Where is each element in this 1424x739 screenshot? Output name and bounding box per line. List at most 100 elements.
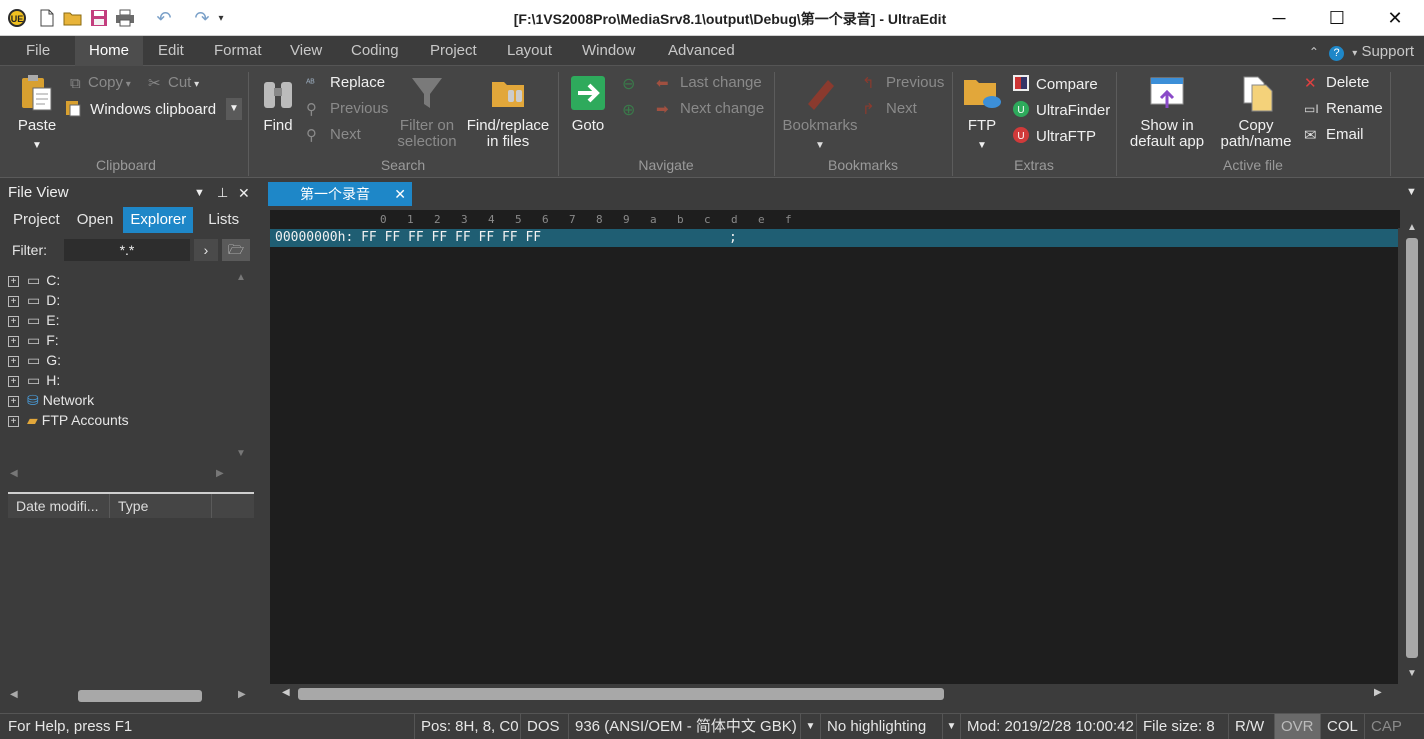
tab-lists[interactable]: Lists <box>201 207 247 233</box>
tab-home[interactable]: Home <box>75 36 144 66</box>
goto-button[interactable]: Goto <box>568 74 608 134</box>
scroll-left-icon[interactable]: ◀ <box>282 687 290 698</box>
tree-item-drive-g[interactable]: + ▭ G: <box>8 350 61 370</box>
copy-dropdown-icon[interactable]: ▾ <box>123 79 131 90</box>
scrollbar-thumb[interactable] <box>78 690 202 702</box>
bookmarks-button[interactable]: Bookmarks ▼ <box>780 74 860 154</box>
next-change-button[interactable]: ➡ Next change <box>656 100 764 118</box>
tree-item-ftp-accounts[interactable]: + ▰ FTP Accounts <box>8 410 129 430</box>
tab-open[interactable]: Open <box>69 207 121 233</box>
hex-line[interactable]: 00000000h: FF FF FF FF FF FF FF FF ; <box>270 229 1398 247</box>
find-previous-button[interactable]: ⚲ Previous <box>306 100 388 118</box>
clipboard-selector[interactable]: Windows clipboard <box>64 99 216 121</box>
collapse-ribbon-icon[interactable]: ⌃ <box>1309 45 1319 59</box>
tab-coding[interactable]: Coding <box>337 36 413 66</box>
editor-horizontal-scrollbar[interactable]: ◀ ▶ <box>280 686 1390 702</box>
paste-button[interactable]: Paste ▼ <box>14 74 60 154</box>
ftp-dropdown-icon[interactable]: ▼ <box>960 138 1004 154</box>
details-horizontal-scrollbar[interactable]: ◀ ▶ <box>8 688 254 704</box>
copy-path-name-button[interactable]: Copy path/name <box>1214 74 1298 150</box>
panel-menu-icon[interactable]: ▼ <box>194 180 205 206</box>
tree-item-drive-c[interactable]: + ▭ C: <box>8 270 60 290</box>
scrollbar-thumb[interactable] <box>1406 238 1418 658</box>
tab-layout[interactable]: Layout <box>493 36 566 66</box>
navigate-back-icon[interactable]: ⊖ <box>622 74 635 94</box>
open-folder-icon[interactable] <box>62 6 84 30</box>
print-icon[interactable] <box>114 6 136 30</box>
customize-quick-access-icon[interactable]: ▾ <box>214 6 228 30</box>
editor-vertical-scrollbar[interactable]: ▲ ▼ <box>1404 222 1420 684</box>
tree-scroll-down-icon[interactable]: ▼ <box>236 448 246 459</box>
tab-close-icon[interactable]: ✕ <box>394 182 406 206</box>
status-line-ending[interactable]: DOS <box>520 714 568 739</box>
bookmark-next-button[interactable]: ↱ Next <box>862 100 917 118</box>
status-highlighting[interactable]: No highlighting <box>820 714 942 739</box>
tab-explorer[interactable]: Explorer <box>123 207 194 233</box>
expand-icon[interactable]: + <box>8 395 19 407</box>
scroll-right-icon[interactable]: ▶ <box>1374 687 1382 698</box>
clipboard-dropdown-icon[interactable]: ▼ <box>226 98 242 120</box>
tree-item-drive-e[interactable]: + ▭ E: <box>8 310 59 330</box>
status-read-write[interactable]: R/W <box>1228 714 1274 739</box>
last-change-button[interactable]: ⬅ Last change <box>656 74 762 92</box>
tab-file[interactable]: File <box>12 36 64 66</box>
tab-edit[interactable]: Edit <box>144 36 198 66</box>
scrollbar-thumb[interactable] <box>298 688 944 700</box>
expand-icon[interactable]: + <box>8 375 19 387</box>
scroll-left-icon[interactable]: ◀ <box>10 689 18 700</box>
save-icon[interactable] <box>88 6 110 30</box>
tab-project[interactable]: Project <box>416 36 491 66</box>
encoding-dropdown-icon[interactable]: ▼ <box>800 714 820 739</box>
ultraedit-logo-icon[interactable]: UE <box>6 6 28 30</box>
scroll-up-icon[interactable]: ▲ <box>1407 222 1417 233</box>
find-next-button[interactable]: ⚲ Next <box>306 126 361 144</box>
expand-icon[interactable]: + <box>8 355 19 367</box>
tree-item-drive-d[interactable]: + ▭ D: <box>8 290 60 310</box>
tab-window[interactable]: Window <box>568 36 649 66</box>
filter-on-selection-button[interactable]: Filter on selection <box>394 74 460 150</box>
expand-icon[interactable]: + <box>8 275 19 287</box>
tab-advanced[interactable]: Advanced <box>654 36 749 66</box>
paste-dropdown-icon[interactable]: ▼ <box>14 138 60 154</box>
maximize-button[interactable]: ☐ <box>1308 0 1366 36</box>
hex-editor[interactable]: 00000000h: FF FF FF FF FF FF FF FF ; <box>270 228 1398 684</box>
tree-item-drive-h[interactable]: + ▭ H: <box>8 370 60 390</box>
minimize-button[interactable]: ─ <box>1250 0 1308 36</box>
tree-scroll-left-icon[interactable]: ◀ <box>10 468 18 479</box>
close-button[interactable]: ✕ <box>1366 0 1424 36</box>
find-replace-in-files-button[interactable]: Find/replace in files <box>466 74 550 150</box>
tab-view[interactable]: View <box>276 36 336 66</box>
highlighting-dropdown-icon[interactable]: ▼ <box>942 714 960 739</box>
bookmark-previous-button[interactable]: ↰ Previous <box>862 74 944 92</box>
delete-button[interactable]: ✕ Delete <box>1304 74 1369 92</box>
tab-format[interactable]: Format <box>200 36 276 66</box>
tree-scroll-up-icon[interactable]: ▲ <box>236 272 246 283</box>
expand-icon[interactable]: + <box>8 295 19 307</box>
expand-icon[interactable]: + <box>8 335 19 347</box>
status-encoding[interactable]: 936 (ANSI/OEM - 简体中文 GBK) <box>568 714 798 739</box>
cut-button[interactable]: ✂ Cut ▾ <box>148 74 199 92</box>
ultrafinder-button[interactable]: U UltraFinder <box>1012 100 1110 122</box>
scroll-right-icon[interactable]: ▶ <box>238 689 246 700</box>
column-type[interactable]: Type <box>110 494 212 518</box>
email-button[interactable]: ✉ Email <box>1304 126 1364 144</box>
replace-button[interactable]: ᴬᴮ Replace <box>306 74 385 91</box>
column-date-modified[interactable]: Date modifi... <box>8 494 110 518</box>
bookmarks-dropdown-icon[interactable]: ▼ <box>780 138 860 154</box>
expand-icon[interactable]: + <box>8 315 19 327</box>
copy-button[interactable]: ⧉ Copy ▾ <box>70 74 131 92</box>
status-position[interactable]: Pos: 8H, 8, C0 <box>414 714 519 739</box>
tree-item-drive-f[interactable]: + ▭ F: <box>8 330 59 350</box>
undo-icon[interactable]: ↶ <box>152 6 176 30</box>
browse-folder-icon[interactable]: 🗁 <box>222 239 250 261</box>
redo-icon[interactable]: ↷ <box>190 6 214 30</box>
tab-project[interactable]: Project <box>6 207 67 233</box>
compare-button[interactable]: Compare <box>1012 74 1098 96</box>
filter-apply-icon[interactable]: › <box>194 239 218 261</box>
help-icon[interactable]: ? <box>1329 46 1345 61</box>
panel-close-icon[interactable]: ✕ <box>238 180 250 206</box>
expand-icon[interactable]: + <box>8 415 19 427</box>
ftp-button[interactable]: FTP ▼ <box>960 74 1004 154</box>
rename-button[interactable]: ▭I Rename <box>1304 100 1383 117</box>
document-tab[interactable]: 第一个录音 ✕ <box>268 182 412 206</box>
